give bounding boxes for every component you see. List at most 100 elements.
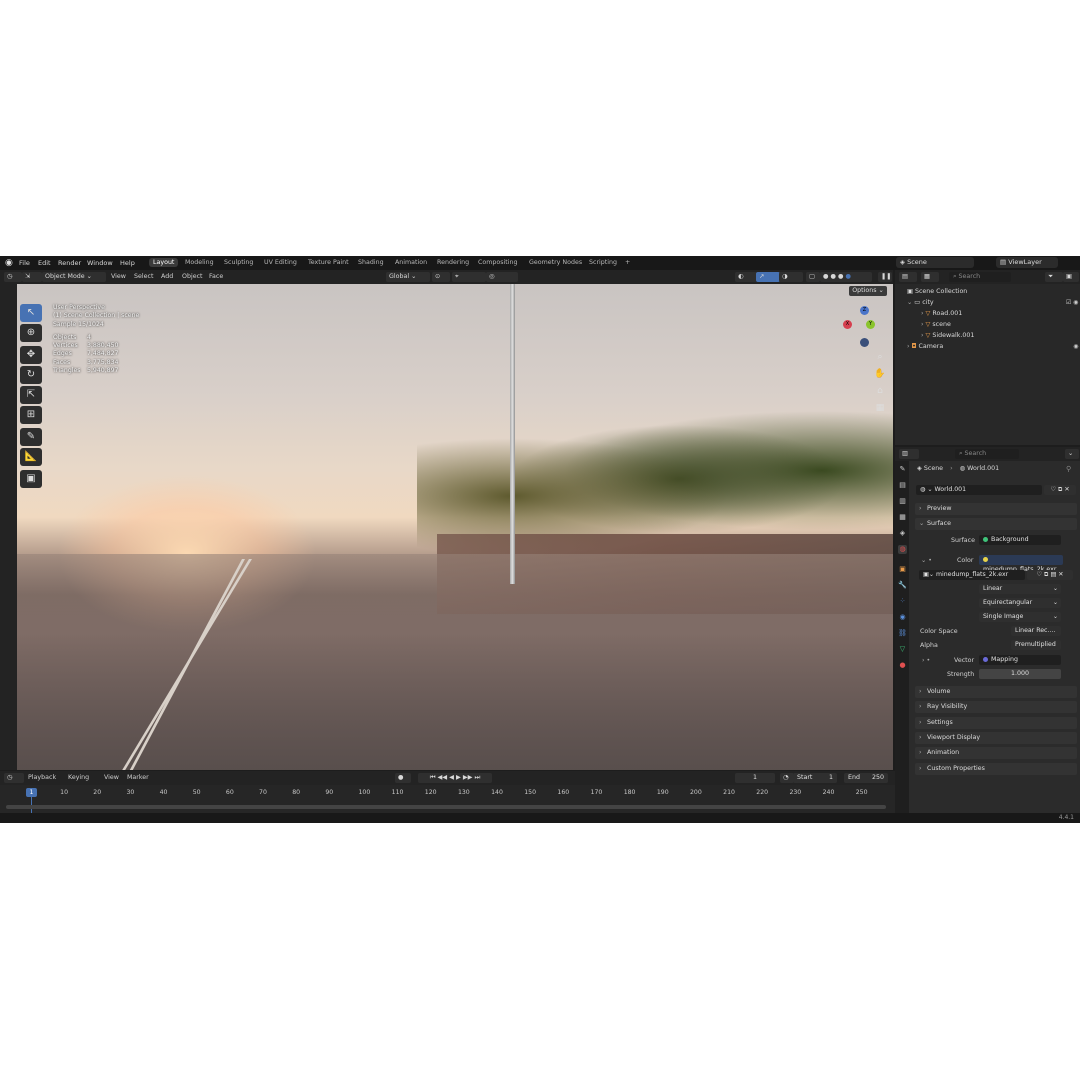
timeline-scrollbar[interactable] <box>6 805 886 809</box>
physics-tab-icon[interactable]: ◉ <box>898 613 907 622</box>
start-frame-field[interactable]: Start 1 <box>793 773 837 783</box>
viewport-menu-select[interactable]: Select <box>134 273 153 280</box>
tab-animation[interactable]: Animation <box>395 259 427 266</box>
render-tab-icon[interactable]: ▤ <box>898 481 907 490</box>
section-settings[interactable]: Settings <box>915 717 1077 729</box>
tab-layout[interactable]: Layout <box>149 258 179 267</box>
constraints-tab-icon[interactable]: ⛓ <box>898 629 907 638</box>
menu-file[interactable]: File <box>19 259 30 267</box>
modifier-tab-icon[interactable]: 🔧 <box>898 581 907 590</box>
select-tool-icon[interactable]: ↖ <box>20 304 42 322</box>
timeline-menu-view[interactable]: View <box>104 774 119 781</box>
visibility-eye-icon[interactable]: ◉ ▣ <box>1073 341 1080 352</box>
scene-selector[interactable]: ◈ Scene <box>896 257 974 268</box>
tab-compositing[interactable]: Compositing <box>478 259 517 266</box>
current-frame-marker[interactable]: 1 <box>26 788 37 797</box>
tab-rendering[interactable]: Rendering <box>437 259 469 266</box>
transform-pivot-icon[interactable]: ⇲ <box>22 272 42 282</box>
properties-editor-icon[interactable]: ▥ <box>899 449 919 459</box>
menu-help[interactable]: Help <box>120 259 135 267</box>
orientation-dropdown[interactable]: Global ⌄ <box>386 272 430 282</box>
rotate-tool-icon[interactable]: ↻ <box>20 366 42 384</box>
properties-options-icon[interactable]: ⌄ <box>1065 449 1079 459</box>
view-layer-selector[interactable]: ▤ ViewLayer <box>996 257 1058 268</box>
timeline-menu-marker[interactable]: Marker <box>127 774 149 781</box>
interpolation-dropdown[interactable]: Linear ⌄ <box>979 584 1061 594</box>
viewport-menu-face[interactable]: Face <box>209 273 223 280</box>
gizmo-neg-z[interactable] <box>860 338 869 347</box>
tab-sculpting[interactable]: Sculpting <box>224 259 253 266</box>
section-surface[interactable]: Surface <box>915 518 1077 530</box>
tool-tab-icon[interactable]: ✎ <box>898 465 907 474</box>
data-tab-icon[interactable]: ▽ <box>898 645 907 654</box>
strength-field[interactable]: 1.000 <box>979 669 1061 679</box>
section-animation[interactable]: Animation <box>915 747 1077 759</box>
cursor-tool-icon[interactable]: ⊕ <box>20 324 42 342</box>
tab-shading[interactable]: Shading <box>358 259 384 266</box>
pin-icon[interactable]: ⚲ <box>1066 465 1071 473</box>
proportional-edit-icon[interactable]: ◎ <box>486 272 518 282</box>
camera-view-icon[interactable]: ⌂ <box>874 385 886 397</box>
current-frame-field[interactable]: 1 <box>735 773 775 783</box>
editor-type-icon[interactable]: ◷ <box>4 272 22 282</box>
projection-dropdown[interactable]: Equirectangular ⌄ <box>979 598 1061 608</box>
object-tab-icon[interactable]: ▣ <box>898 565 907 574</box>
vector-expand-icon[interactable]: › • <box>922 657 930 664</box>
pivot-icon[interactable]: ⊙ <box>432 272 450 282</box>
output-tab-icon[interactable]: ▥ <box>898 497 907 506</box>
options-button[interactable]: Options ⌄ <box>849 286 887 296</box>
scale-tool-icon[interactable]: ⇱ <box>20 386 42 404</box>
blender-logo-icon[interactable]: ◉ <box>5 258 15 268</box>
clock-icon[interactable]: ◔ <box>780 773 794 783</box>
scene-tab-icon[interactable]: ◈ <box>898 529 907 538</box>
playback-controls[interactable]: ⏮ ◀◀ ◀ ▶ ▶▶ ⏭ <box>418 773 492 783</box>
shading-modes[interactable]: ● ● ● ● <box>820 272 872 282</box>
viewport-menu-view[interactable]: View <box>111 273 126 280</box>
move-tool-icon[interactable]: ✥ <box>20 346 42 364</box>
snap-icon[interactable]: ⌖ <box>452 272 486 282</box>
fake-user-duplicate-unlink[interactable]: ♡ ⧉ ✕ <box>1044 485 1076 495</box>
add-cube-tool-icon[interactable]: ▣ <box>20 470 42 488</box>
section-ray-visibility[interactable]: Ray Visibility <box>915 701 1077 713</box>
pause-icon[interactable]: ❚❚ <box>878 272 892 282</box>
visibility-icon[interactable]: ◐ <box>735 272 757 282</box>
color-texture-field[interactable]: minedump_flats_2k.exr <box>979 555 1063 573</box>
surface-shader-field[interactable]: Background <box>979 535 1061 545</box>
timeline-editor-icon[interactable]: ◷ <box>4 773 24 783</box>
color-expand-icon[interactable]: ⌄ • <box>921 557 932 564</box>
outliner-item-city[interactable]: ⌄ ▭ city☑ ◉ ▣ <box>895 297 1080 308</box>
transform-tool-icon[interactable]: ⊞ <box>20 406 42 424</box>
xray-icon[interactable]: ▢ <box>806 272 820 282</box>
world-datablock-field[interactable]: ◍ ⌄ World.001 <box>916 485 1042 495</box>
alpha-dropdown[interactable]: Premultiplied <box>1011 640 1061 650</box>
tab-uv-editing[interactable]: UV Editing <box>264 259 297 266</box>
section-preview[interactable]: Preview <box>915 503 1077 515</box>
annotate-tool-icon[interactable]: ✎ <box>20 428 42 446</box>
3d-viewport[interactable]: User Perspective (1) Scene Collection | … <box>17 284 893 770</box>
world-tab-icon[interactable]: ◍ <box>898 545 907 554</box>
gizmo-z-axis[interactable]: Z <box>860 306 869 315</box>
vector-mapping-field[interactable]: Mapping <box>979 655 1061 665</box>
color-space-dropdown[interactable]: Linear Rec.... <box>1011 626 1061 636</box>
tab-modeling[interactable]: Modeling <box>185 259 214 266</box>
outliner-item-road[interactable]: › ▽ Road.001◉ ▣ <box>895 308 1080 319</box>
visibility-eye-icon[interactable]: ☑ ◉ ▣ <box>1066 297 1080 308</box>
section-custom-properties[interactable]: Custom Properties <box>915 763 1077 775</box>
section-volume[interactable]: Volume <box>915 686 1077 698</box>
properties-search-input[interactable]: ⌕ Search <box>955 449 1019 459</box>
mode-dropdown[interactable]: Object Mode ⌄ <box>42 272 106 282</box>
outliner-search-input[interactable]: ⌕ Search <box>949 272 1011 282</box>
overlays-icon[interactable]: ◑ <box>779 272 803 282</box>
filter-icon[interactable]: ⏷ <box>1045 272 1063 282</box>
section-viewport-display[interactable]: Viewport Display <box>915 732 1077 744</box>
outliner-scene-collection[interactable]: ▣ Scene Collection <box>895 286 1080 297</box>
menu-window[interactable]: Window <box>87 259 113 267</box>
gizmo-x-axis[interactable]: X <box>843 320 852 329</box>
tab-scripting[interactable]: Scripting <box>589 259 617 266</box>
add-workspace-button[interactable]: + <box>625 259 630 266</box>
gizmo-toggle-icon[interactable]: ↗ <box>756 272 780 282</box>
outliner-item-scene[interactable]: › ▽ scene◉ ▣ <box>895 319 1080 330</box>
perspective-grid-icon[interactable]: ▦ <box>874 402 886 414</box>
pan-hand-icon[interactable]: ✋ <box>874 368 886 380</box>
view-layer-tab-icon[interactable]: ▦ <box>898 513 907 522</box>
